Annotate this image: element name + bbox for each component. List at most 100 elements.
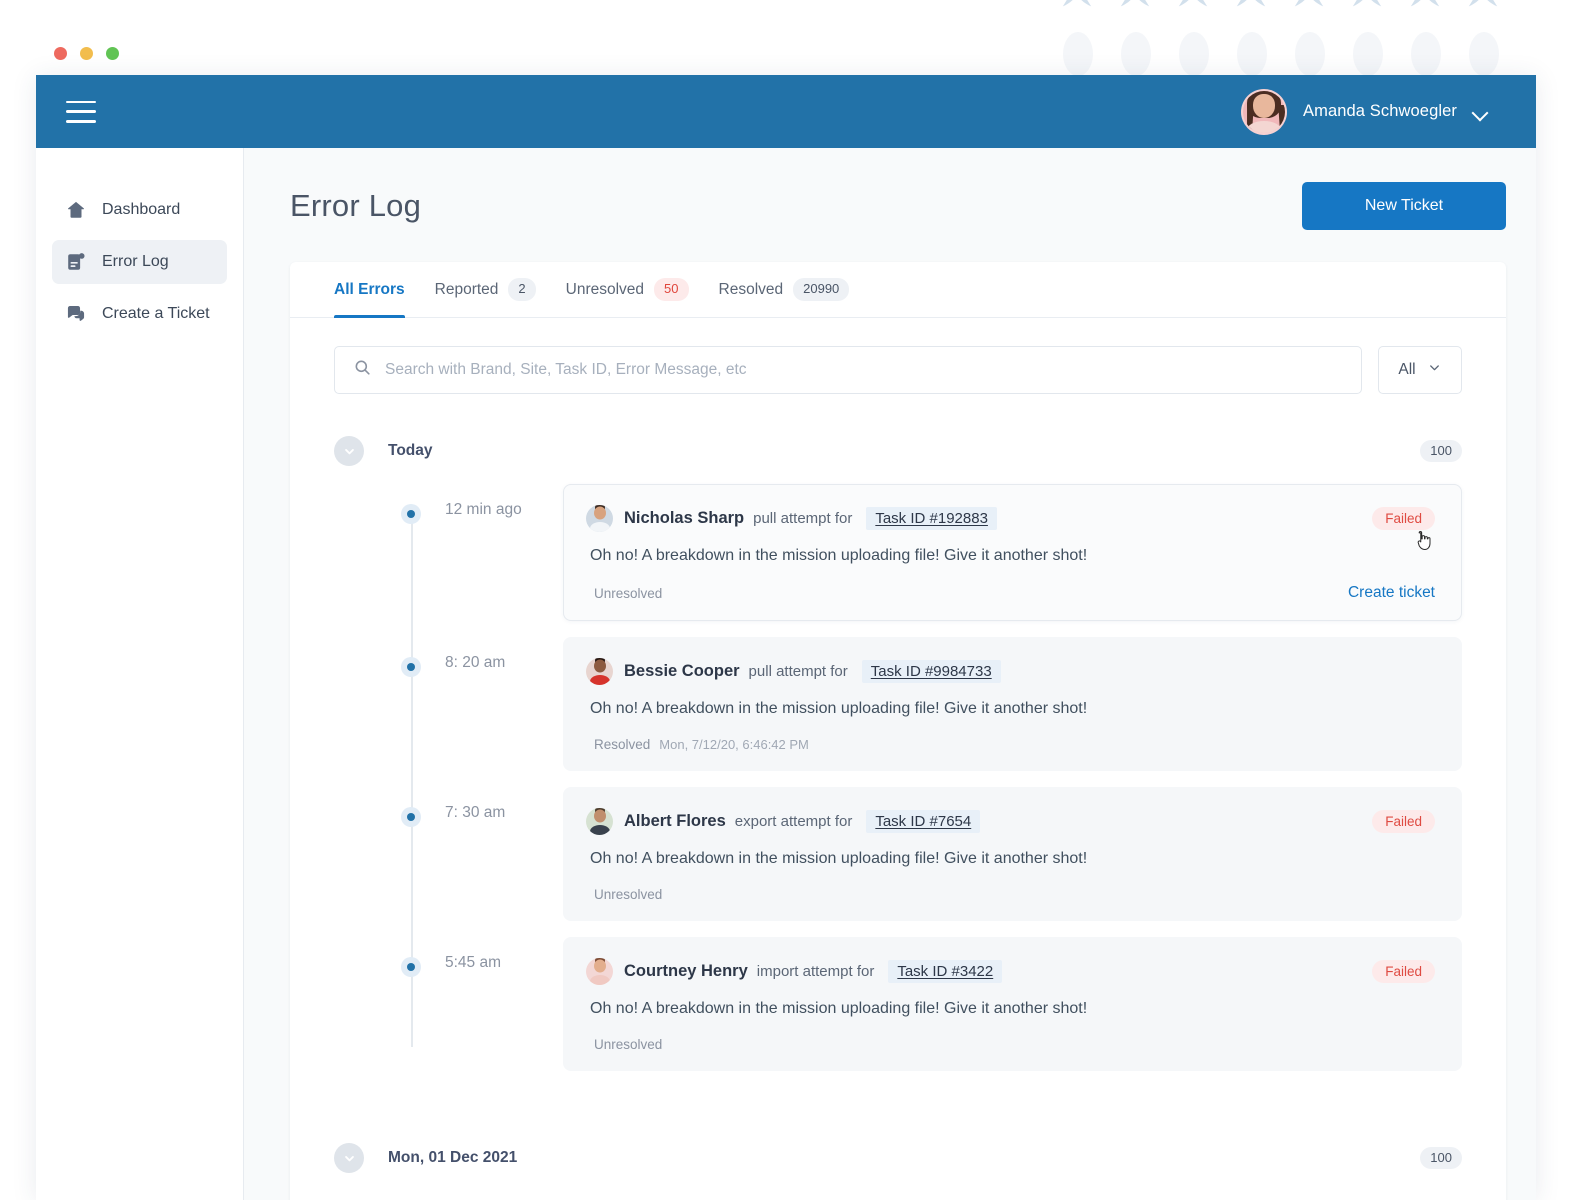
avatar <box>586 505 613 532</box>
sidebar-item-label: Create a Ticket <box>102 305 210 322</box>
app-window: Amanda Schwoegler Dashboard Error Log Cr… <box>36 75 1536 1200</box>
window-close-dot[interactable] <box>54 47 67 60</box>
decor-triangle-icon <box>1466 0 1500 12</box>
collapse-toggle[interactable] <box>334 436 364 466</box>
collapse-toggle[interactable] <box>334 1143 364 1173</box>
decor-triangle-icon <box>1408 0 1442 12</box>
entry-timestamp: 7: 30 am <box>445 804 506 821</box>
error-card-header: Bessie Cooper pull attempt for Task ID #99… <box>586 658 1435 685</box>
task-id-link[interactable]: Task ID #3422 <box>888 960 1003 983</box>
document-icon <box>65 251 87 273</box>
filter-selected-value: All <box>1398 361 1416 378</box>
decor-triangle-icon <box>1118 0 1152 12</box>
error-action-text: pull attempt for <box>748 663 848 680</box>
error-card[interactable]: Bessie Cooper pull attempt for Task ID #99… <box>563 637 1462 771</box>
error-state-label: Resolved <box>594 737 651 752</box>
timeline-node <box>401 807 421 827</box>
sidebar: Dashboard Error Log Create a Ticket <box>36 148 244 1200</box>
status-badge: Failed <box>1372 960 1435 983</box>
decor-blob <box>1353 32 1383 76</box>
error-card[interactable]: Courtney Henry import attempt for Task ID … <box>563 937 1462 1071</box>
sidebar-item-label: Dashboard <box>102 201 181 218</box>
resolved-timestamp: Mon, 7/12/20, 6:46:42 PM <box>659 737 809 752</box>
decor-blob <box>1179 32 1209 76</box>
screenshot-root: Amanda Schwoegler Dashboard Error Log Cr… <box>0 0 1575 1200</box>
sidebar-item-error-log[interactable]: Error Log <box>52 240 227 284</box>
error-card-header: Courtney Henry import attempt for Task ID … <box>586 958 1435 985</box>
avatar <box>586 958 613 985</box>
create-ticket-link[interactable]: Create ticket <box>1348 584 1435 602</box>
error-state-label: Unresolved <box>594 1037 663 1052</box>
task-id-link[interactable]: Task ID #9984733 <box>861 660 1001 683</box>
filter-dropdown[interactable]: All <box>1378 346 1462 394</box>
window-maximize-dot[interactable] <box>106 47 119 60</box>
error-user-name: Albert Flores <box>624 812 726 830</box>
error-timeline: 12 min ago Nicholas Sharp pull attempt for… <box>290 484 1506 1071</box>
new-ticket-button[interactable]: New Ticket <box>1302 182 1506 230</box>
error-state-label: Unresolved <box>594 585 663 601</box>
task-id-link[interactable]: Task ID #192883 <box>866 507 997 530</box>
error-message: Oh no! A breakdown in the mission upload… <box>590 700 1088 717</box>
error-action-text: export attempt for <box>734 813 853 830</box>
status-badge: Failed <box>1372 810 1435 833</box>
tab-resolved[interactable]: Resolved 20990 <box>719 262 850 317</box>
entry-timestamp: 5:45 am <box>445 954 502 971</box>
user-menu[interactable]: Amanda Schwoegler <box>1241 88 1488 135</box>
error-user-name: Nicholas Sharp <box>624 509 745 527</box>
error-card-footer: Resolved Mon, 7/12/20, 6:46:42 PM <box>586 737 1435 752</box>
chevron-down-icon[interactable] <box>1473 107 1488 116</box>
error-message: Oh no! A breakdown in the mission upload… <box>590 547 1088 564</box>
tab-unresolved[interactable]: Unresolved 50 <box>566 262 689 317</box>
avatar <box>586 808 613 835</box>
tab-reported[interactable]: Reported 2 <box>435 262 536 317</box>
group-header-dec: Mon, 01 Dec 2021 100 <box>290 1087 1506 1173</box>
tab-count-badge: 20990 <box>793 278 850 301</box>
error-state-label: Unresolved <box>594 887 663 902</box>
avatar <box>1241 88 1288 135</box>
group-label: Today <box>388 442 433 459</box>
decor-triangle-icon <box>1292 0 1326 12</box>
tab-bar: All Errors Reported 2 Unresolved 50 Resolved 2… <box>290 262 1506 318</box>
topbar: Amanda Schwoegler <box>36 75 1536 148</box>
hamburger-icon[interactable] <box>66 100 96 123</box>
error-message: Oh no! A breakdown in the mission upload… <box>590 850 1088 867</box>
search-input[interactable] <box>385 361 1343 379</box>
error-action-text: import attempt for <box>756 963 875 980</box>
group-header-today: Today 100 <box>290 394 1506 466</box>
search-icon <box>353 358 372 382</box>
error-card-header: Nicholas Sharp pull attempt for Task ID #1… <box>586 505 1435 532</box>
tab-all-errors[interactable]: All Errors <box>334 262 405 318</box>
avatar <box>586 658 613 685</box>
timeline-row: 8: 20 am Bessie Cooper pull attempt for Tas… <box>334 637 1462 771</box>
user-name: Amanda Schwoegler <box>1303 102 1457 120</box>
tab-label: Unresolved <box>565 280 645 298</box>
timeline-node <box>401 657 421 677</box>
decor-blob <box>1469 32 1499 76</box>
decor-blob <box>1295 32 1325 76</box>
sidebar-item-dashboard[interactable]: Dashboard <box>52 188 227 232</box>
timeline-row: 7: 30 am Albert Flores export attempt for T… <box>334 787 1462 921</box>
sidebar-item-label: Error Log <box>102 253 169 270</box>
error-message: Oh no! A breakdown in the mission upload… <box>590 1000 1088 1017</box>
decor-triangle-icon <box>1350 0 1384 12</box>
page-header: Error Log New Ticket <box>290 182 1506 230</box>
decor-triangle-icon <box>1176 0 1210 12</box>
sidebar-item-create-a-ticket[interactable]: Create a Ticket <box>52 292 227 336</box>
error-user-name: Bessie Cooper <box>624 662 740 680</box>
search-box[interactable] <box>334 346 1362 394</box>
timeline-row: 5:45 am Courtney Henry import attempt for T… <box>334 937 1462 1071</box>
tab-label: Resolved <box>718 280 784 298</box>
decor-triangle-icon <box>1234 0 1268 12</box>
error-card[interactable]: Nicholas Sharp pull attempt for Task ID #1… <box>563 484 1462 621</box>
timeline-row: 12 min ago Nicholas Sharp pull attempt for… <box>334 484 1462 621</box>
error-action-text: pull attempt for <box>753 510 853 527</box>
window-controls[interactable] <box>54 47 119 60</box>
task-id-link[interactable]: Task ID #7654 <box>866 810 981 833</box>
main-content: Error Log New Ticket All Errors Reported 2… <box>244 148 1536 1200</box>
group-label: Mon, 01 Dec 2021 <box>388 1149 518 1166</box>
error-card[interactable]: Albert Flores export attempt for Task ID #… <box>563 787 1462 921</box>
window-minimize-dot[interactable] <box>80 47 93 60</box>
error-card-footer: Unresolved <box>586 887 1435 902</box>
decor-triangle-icon <box>1060 0 1094 12</box>
timeline-node <box>401 957 421 977</box>
